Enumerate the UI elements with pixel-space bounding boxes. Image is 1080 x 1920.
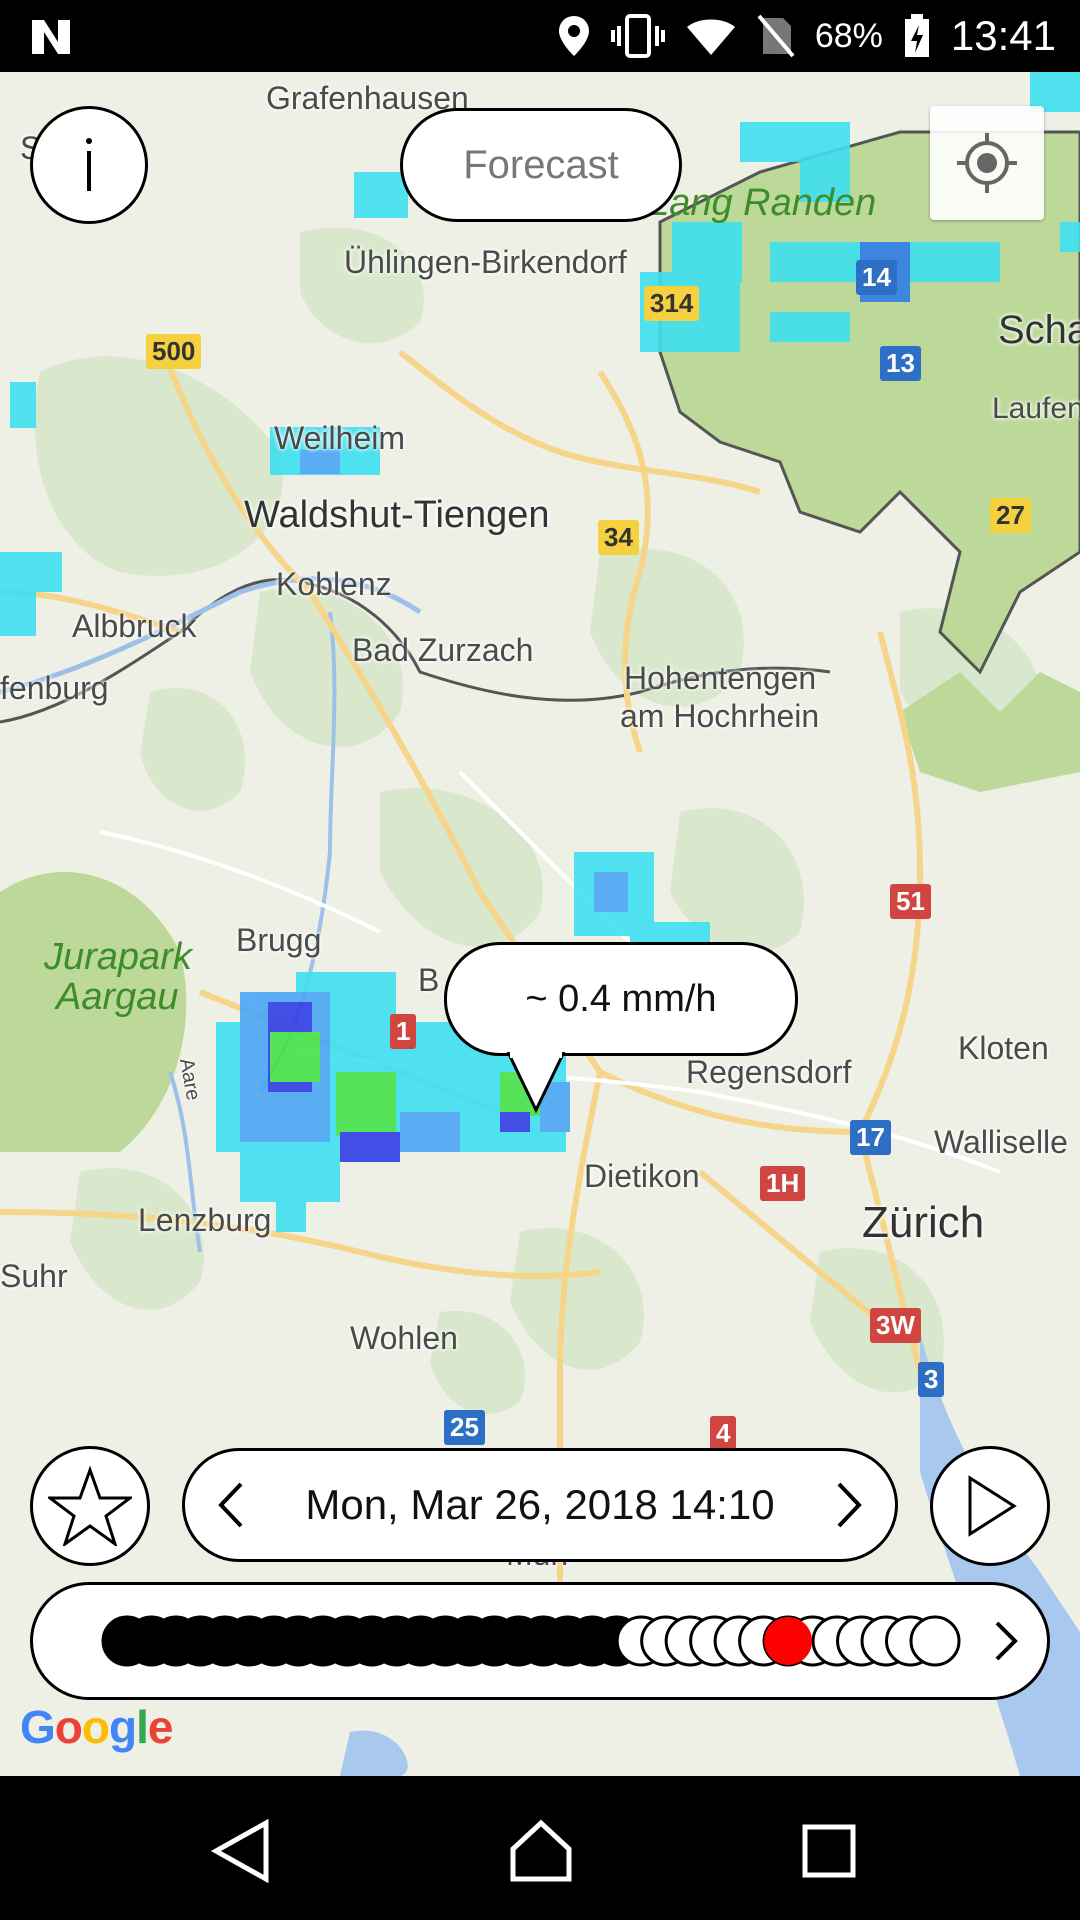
navigation-bar	[0, 1776, 1080, 1920]
map-label-wohlen: Wohlen	[350, 1320, 458, 1356]
road-shield-17: 17	[850, 1120, 891, 1155]
map-label-zang-randen: Zang Randen	[646, 182, 877, 224]
no-sim-icon	[757, 14, 795, 58]
map-label-zurich: Zürich	[862, 1198, 985, 1247]
status-bar: 68% 13:41	[0, 0, 1080, 72]
my-location-icon	[957, 133, 1017, 193]
map-label-weilheim: Weilheim	[274, 420, 405, 456]
map-label-dietikon: Dietikon	[584, 1158, 700, 1194]
back-button[interactable]	[196, 1806, 286, 1896]
play-button[interactable]	[930, 1446, 1050, 1566]
recents-icon	[802, 1824, 856, 1878]
vibrate-icon	[610, 14, 665, 58]
road-shield-3: 3	[918, 1362, 945, 1397]
map-label-brugg: Brugg	[236, 922, 322, 958]
map-label-uhlingen: Ühlingen-Birkendorf	[344, 244, 627, 280]
home-button[interactable]	[496, 1806, 586, 1896]
next-frame-button[interactable]	[835, 1480, 865, 1530]
info-icon	[86, 138, 92, 191]
map-label-schaffhausen: Scha	[998, 308, 1080, 352]
back-icon	[210, 1819, 269, 1883]
timeline-frames[interactable]	[33, 1585, 1047, 1697]
map-label-regensdorf: Regensdorf	[686, 1054, 852, 1090]
map-label-baden: B	[418, 962, 440, 998]
clock: 13:41	[950, 12, 1056, 59]
road-shield-1: 1	[390, 1014, 417, 1049]
map-label-kloten: Kloten	[958, 1030, 1049, 1066]
battery-percent: 68%	[814, 16, 883, 55]
recents-button[interactable]	[784, 1806, 874, 1896]
timeline-scrubber[interactable]	[30, 1582, 1050, 1700]
road-shield-51: 51	[890, 884, 931, 919]
map-label-wallisellen: Walliselle	[934, 1124, 1068, 1160]
timeline-current-frame[interactable]	[764, 1617, 813, 1665]
road-shield-1h: 1H	[760, 1166, 806, 1201]
previous-frame-button[interactable]	[215, 1480, 245, 1530]
road-shield-25: 25	[444, 1410, 485, 1445]
google-attribution: Google	[20, 1701, 173, 1753]
map-label-laufenburg: fenburg	[0, 670, 109, 706]
location-icon	[558, 16, 589, 56]
chevron-right-icon	[837, 1482, 862, 1528]
road-shield-314: 314	[644, 286, 700, 321]
frame-datetime: Mon, Mar 26, 2018 14:10	[305, 1481, 775, 1528]
road-shield-4: 4	[710, 1416, 737, 1451]
date-selector: Mon, Mar 26, 2018 14:10	[182, 1448, 898, 1562]
map-label-am-hochrhein: am Hochrhein	[620, 698, 820, 734]
chevron-left-icon	[218, 1482, 243, 1528]
road-shield-500: 500	[146, 334, 202, 369]
road-shield-27: 27	[990, 498, 1031, 533]
forecast-button[interactable]: Forecast	[400, 108, 682, 222]
n-logo-icon	[32, 20, 70, 54]
battery-charging-icon	[904, 14, 929, 57]
map-label-aargau: Aargau	[56, 976, 179, 1018]
map-label-albbruck: Albbruck	[72, 608, 197, 644]
map-label-laufen: Laufen	[992, 392, 1080, 425]
map-label-koblenz: Koblenz	[276, 566, 392, 602]
timeline-next-button[interactable]	[993, 1619, 1021, 1663]
map-label-waldshut: Waldshut-Tiengen	[244, 494, 550, 536]
road-shield-34: 34	[598, 520, 639, 555]
map-label-jurapark: Jurapark	[44, 936, 192, 978]
play-icon	[968, 1475, 1017, 1537]
timeline-frame-forecast[interactable]	[909, 1615, 961, 1667]
road-shield-13: 13	[880, 346, 921, 381]
map-label-suhr: Suhr	[0, 1258, 68, 1294]
info-button[interactable]	[30, 106, 148, 224]
my-location-button[interactable]	[930, 106, 1044, 220]
road-shield-3w: 3W	[870, 1308, 921, 1343]
map-label-hohentengen: Hohentengen	[624, 660, 817, 696]
home-icon	[510, 1819, 572, 1882]
wifi-icon	[686, 19, 735, 55]
map-label-lenzburg: Lenzburg	[138, 1202, 272, 1238]
chevron-right-icon	[995, 1621, 1018, 1661]
map-label-bad-zurzach: Bad Zurzach	[352, 632, 534, 668]
tooltip-pointer	[506, 1052, 566, 1114]
precipitation-tooltip: ~ 0.4 mm/h	[444, 942, 798, 1056]
road-shield-14: 14	[856, 260, 897, 295]
star-icon	[48, 1466, 132, 1546]
favorite-button[interactable]	[30, 1446, 150, 1566]
